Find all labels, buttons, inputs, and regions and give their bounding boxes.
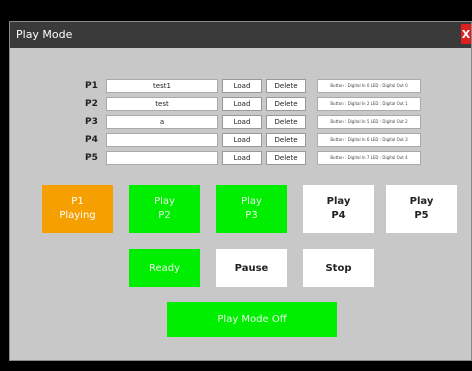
load-button[interactable]: Load: [222, 97, 262, 111]
preset-name-input[interactable]: a: [106, 115, 218, 129]
play-button-line1: Play: [326, 196, 351, 207]
load-button[interactable]: Load: [222, 79, 262, 93]
preset-label: P4: [85, 135, 98, 145]
io-mapping-info: Button : Digital In 5 LED : Digital Out …: [317, 115, 421, 129]
delete-button[interactable]: Delete: [266, 97, 306, 111]
play-button-line1: Play: [241, 196, 262, 207]
play-button-line2: P5: [414, 210, 429, 221]
preset-label: P5: [85, 153, 98, 163]
play-button-line1: Play: [409, 196, 434, 207]
play-button-line2: Playing: [59, 210, 96, 221]
io-mapping-info: Button : Digital In 7 LED : Digital Out …: [317, 151, 421, 165]
delete-button[interactable]: Delete: [266, 115, 306, 129]
play-button-line1: P1: [71, 196, 84, 207]
play-p4-button[interactable]: Play P4: [303, 185, 374, 233]
pause-button[interactable]: Pause: [216, 249, 287, 287]
preset-name-input[interactable]: [106, 151, 218, 165]
title-bar: Play Mode X: [10, 22, 471, 48]
io-mapping-info: Button : Digital In 0 LED : Digital Out …: [317, 79, 421, 93]
delete-button[interactable]: Delete: [266, 133, 306, 147]
play-button-line2: P4: [331, 210, 346, 221]
io-mapping-info: Button : Digital In 2 LED : Digital Out …: [317, 97, 421, 111]
preset-name-input[interactable]: [106, 133, 218, 147]
stop-button[interactable]: Stop: [303, 249, 374, 287]
preset-name-input[interactable]: test1: [106, 79, 218, 93]
play-p3-button[interactable]: Play P3: [216, 185, 287, 233]
load-button[interactable]: Load: [222, 151, 262, 165]
ready-button[interactable]: Ready: [129, 249, 200, 287]
delete-button[interactable]: Delete: [266, 151, 306, 165]
play-mode-off-button[interactable]: Play Mode Off: [167, 302, 337, 337]
preset-label: P3: [85, 117, 98, 127]
preset-label: P2: [85, 99, 98, 109]
preset-label: P1: [85, 81, 98, 91]
play-p5-button[interactable]: Play P5: [386, 185, 457, 233]
play-p1-button[interactable]: P1 Playing: [42, 185, 113, 233]
delete-button[interactable]: Delete: [266, 79, 306, 93]
play-button-line2: P3: [245, 210, 258, 221]
window-title: Play Mode: [16, 28, 73, 41]
play-p2-button[interactable]: Play P2: [129, 185, 200, 233]
io-mapping-info: Button : Digital In 6 LED : Digital Out …: [317, 133, 421, 147]
preset-name-input[interactable]: test: [106, 97, 218, 111]
play-button-line2: P2: [158, 210, 171, 221]
close-button[interactable]: X: [461, 24, 471, 44]
load-button[interactable]: Load: [222, 133, 262, 147]
load-button[interactable]: Load: [222, 115, 262, 129]
play-mode-window: Play Mode X P1 test1 Load Delete Button …: [9, 21, 472, 361]
play-button-line1: Play: [154, 196, 175, 207]
